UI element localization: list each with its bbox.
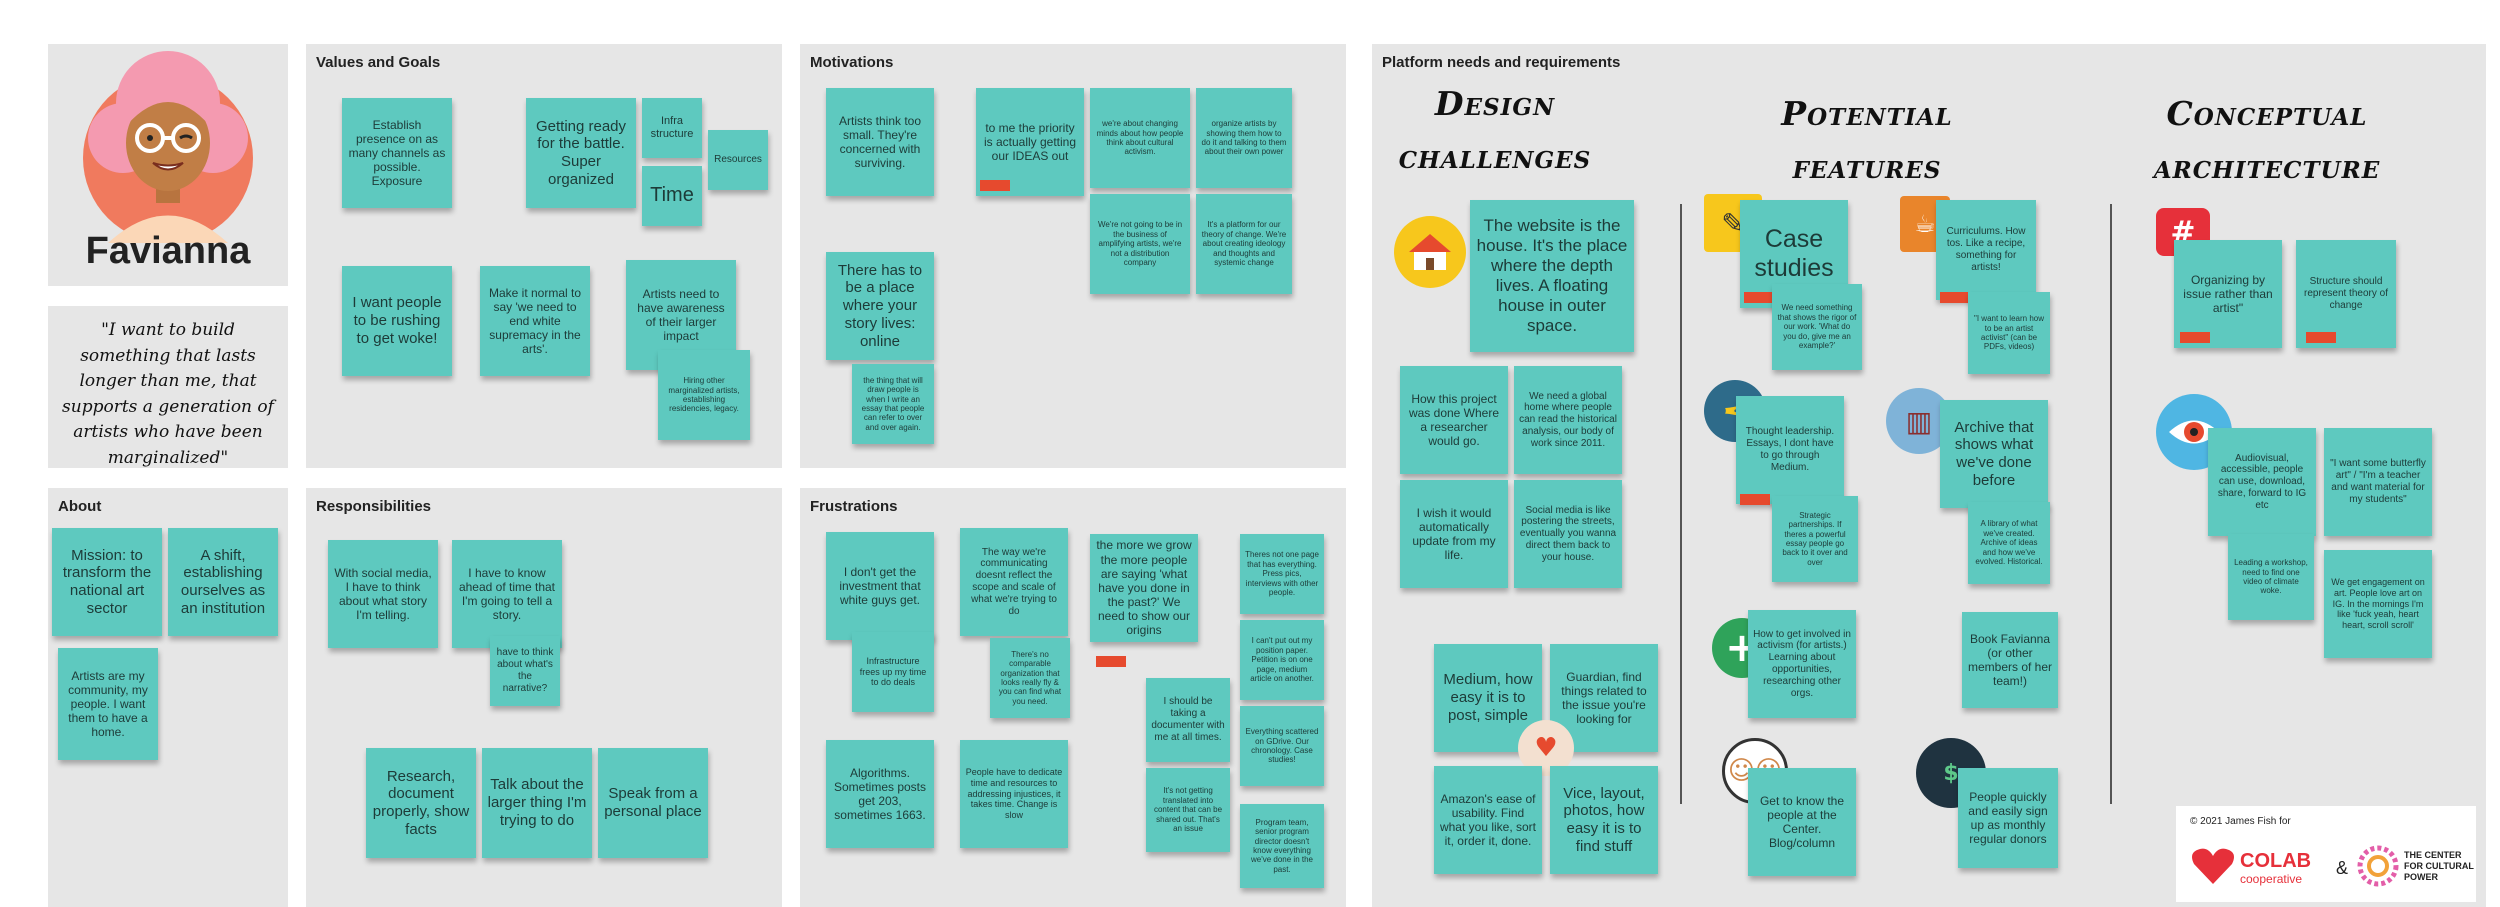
sticky-note: Theres not one page that has everything.…	[1240, 534, 1324, 614]
sticky-note: Everything scattered on GDrive. Our chro…	[1240, 706, 1324, 786]
persona-quote: "I want to build something that lasts lo…	[62, 320, 274, 468]
colab-subtitle: cooperative	[2240, 872, 2303, 886]
ccp-name: THE CENTER FOR CULTURAL POWER	[2404, 850, 2474, 882]
sticky-note: A shift, establishing ourselves as an in…	[168, 528, 278, 636]
sticky-note: How to get involved in activism (for art…	[1748, 610, 1856, 718]
sticky-note: Algorithms. Sometimes posts get 203, som…	[826, 740, 934, 848]
heading-conceptual-architecture: Conceptual architecture	[2153, 94, 2381, 186]
sticky-note: the more we grow the more people are say…	[1090, 534, 1198, 642]
sticky-note: With social media, I have to think about…	[328, 540, 438, 648]
sticky-note: Leading a workshop, need to find one vid…	[2228, 534, 2314, 620]
sticky-note: Talk about the larger thing I'm trying t…	[482, 748, 592, 858]
sticky-note: Artists think too small. They're concern…	[826, 88, 934, 196]
sticky-note: The website is the house. It's the place…	[1470, 200, 1634, 352]
colab-name: COLAB	[2240, 850, 2312, 872]
copyright-text: © 2021 James Fish for	[2190, 816, 2291, 827]
sticky-note: Hiring other marginalized artists, estab…	[658, 350, 750, 440]
sticky-note: I wish it would automatically update fro…	[1400, 480, 1508, 588]
sticky-note: There's no comparable organization that …	[990, 638, 1070, 718]
responsibilities-panel: Responsibilities With social media, I ha…	[306, 488, 782, 907]
sticky-note: How this project was done Where a resear…	[1400, 366, 1508, 474]
motivations-title: Motivations	[810, 54, 894, 71]
sticky-note: "I want some butterfly art" / "I'm a tea…	[2324, 428, 2432, 536]
sticky-note: Infra structure	[642, 98, 702, 158]
sticky-note: We need something that shows the rigor o…	[1772, 284, 1862, 370]
sticky-note: Research, document properly, show facts	[366, 748, 476, 858]
red-tag	[1940, 292, 1970, 303]
sticky-note: Social media is like postering the stree…	[1514, 480, 1622, 588]
platform-title: Platform needs and requirements	[1382, 54, 1621, 71]
persona-panel: Favianna	[48, 44, 288, 286]
persona-avatar	[83, 51, 253, 243]
sticky-note: There has to be a place where your story…	[826, 252, 934, 360]
sticky-note: Amazon's ease of usability. Find what yo…	[1434, 766, 1542, 874]
sticky-note: Resources	[708, 130, 768, 190]
sticky-note: I have to know ahead of time that I'm go…	[452, 540, 562, 648]
platform-panel: Platform needs and requirements Design c…	[1372, 44, 2486, 907]
red-tag	[2180, 332, 2210, 343]
frustrations-panel: Frustrations I don't get the investment …	[800, 488, 1346, 907]
sticky-note: People quickly and easily sign up as mon…	[1958, 768, 2058, 868]
about-panel: About Mission: to transform the national…	[48, 488, 288, 907]
sticky-note: We get engagement on art. People love ar…	[2324, 550, 2432, 658]
red-tag	[1740, 494, 1770, 505]
sticky-note: Strategic partnerships. If theres a powe…	[1772, 496, 1858, 582]
credits-box: © 2021 James Fish for COLAB cooperative …	[2176, 806, 2476, 902]
sticky-note: Book Favianna (or other members of her t…	[1962, 612, 2058, 708]
house-icon	[1394, 216, 1466, 288]
sticky-note: We're not going to be in the business of…	[1090, 194, 1190, 294]
sticky-note: It's a platform for our theory of change…	[1196, 194, 1292, 294]
sticky-note: Get to know the people at the Center. Bl…	[1748, 768, 1856, 876]
sticky-note: I can't put out my position paper. Petit…	[1240, 620, 1324, 700]
sticky-note: The way we're communicating doesnt refle…	[960, 528, 1068, 636]
sticky-note: We need a global home where people can r…	[1514, 366, 1622, 474]
sticky-note: we're about changing minds about how peo…	[1090, 88, 1190, 188]
sticky-note: Curriculums. How tos. Like a recipe, som…	[1936, 200, 2036, 300]
frustrations-title: Frustrations	[810, 498, 898, 515]
sticky-note: Thought leadership. Essays, I dont have …	[1736, 396, 1844, 504]
sticky-note: the thing that will draw people is when …	[852, 364, 934, 444]
sticky-note: Program team, senior program director do…	[1240, 804, 1324, 888]
column-divider	[1680, 204, 1682, 804]
sticky-note: I should be taking a documenter with me …	[1146, 678, 1230, 762]
heading-design-challenges: Design challenges	[1398, 84, 1592, 176]
sticky-note: Artists are my community, my people. I w…	[58, 648, 158, 760]
sticky-note: A library of what we've created. Archive…	[1968, 502, 2050, 584]
sticky-note: Time	[642, 166, 702, 226]
sticky-note: Audiovisual, accessible, people can use,…	[2208, 428, 2316, 536]
ampersand: &	[2336, 858, 2349, 878]
sticky-note: have to think about what's the narrative…	[490, 636, 560, 706]
sticky-note: Speak from a personal place	[598, 748, 708, 858]
sticky-note: "I want to learn how to be an artist act…	[1968, 292, 2050, 374]
about-title: About	[58, 498, 102, 515]
sticky-note: Establish presence on as many channels a…	[342, 98, 452, 208]
sticky-note: Make it normal to say 'we need to end wh…	[480, 266, 590, 376]
heading-potential-features: Potential features	[1781, 94, 1953, 186]
sticky-note: Mission: to transform the national art s…	[52, 528, 162, 636]
sticky-note: Archive that shows what we've done befor…	[1940, 400, 2048, 508]
quote-panel: "I want to build something that lasts lo…	[48, 306, 288, 468]
sticky-note: Vice, layout, photos, how easy it is to …	[1550, 766, 1658, 874]
colab-logo	[2190, 846, 2236, 886]
responsibilities-title: Responsibilities	[316, 498, 432, 515]
red-tag	[2306, 332, 2336, 343]
sticky-note: People have to dedicate time and resourc…	[960, 740, 1068, 848]
persona-name: Favianna	[85, 230, 251, 272]
sticky-note: organize artists by showing them how to …	[1196, 88, 1292, 188]
values-title: Values and Goals	[316, 54, 441, 71]
column-divider	[2110, 204, 2112, 804]
sticky-note: Infrastructure frees up my time to do de…	[852, 632, 934, 712]
values-panel: Values and Goals Establish presence on a…	[306, 44, 782, 468]
sticky-note: Getting ready for the battle. Super orga…	[526, 98, 636, 208]
red-tag	[1096, 656, 1126, 667]
sticky-note: I don't get the investment that white gu…	[826, 532, 934, 640]
red-tag	[1744, 292, 1774, 303]
red-tag	[980, 180, 1010, 191]
sticky-note: I want people to be rushing to get woke!	[342, 266, 452, 376]
motivations-panel: Motivations Artists think too small. The…	[800, 44, 1346, 468]
sticky-note: It's not getting translated into content…	[1146, 768, 1230, 852]
ccp-logo	[2356, 844, 2400, 888]
